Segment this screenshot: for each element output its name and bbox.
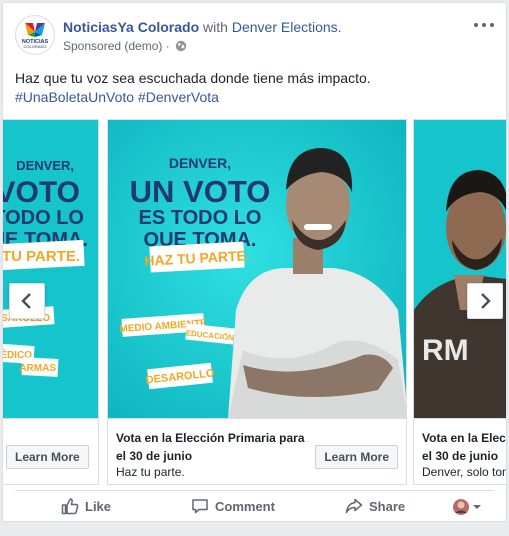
univision-logo-icon: NOTICIAS COLORADO bbox=[22, 23, 48, 49]
like-button[interactable]: Like bbox=[61, 497, 111, 515]
carousel-next-button[interactable] bbox=[467, 283, 503, 319]
post-header: NOTICIAS COLORADO NoticiasYa Colorado wi… bbox=[15, 15, 494, 59]
ad-denver-text: DENVER, bbox=[169, 155, 231, 171]
card-image-main[interactable]: DENVER, UN VOTO ES TODO LO QUE TOMA. HAZ… bbox=[108, 120, 406, 418]
sponsored-post: NOTICIAS COLORADO NoticiasYa Colorado wi… bbox=[2, 2, 507, 522]
left-denver-text: DENVER, bbox=[16, 158, 74, 173]
learn-more-button-main[interactable]: Learn More bbox=[315, 445, 398, 469]
caption-text: Haz que tu voz sea escuchada donde tiene… bbox=[15, 70, 371, 86]
left-voto-text: VOTO bbox=[3, 176, 80, 209]
logo-text-line2: COLORADO bbox=[24, 44, 47, 49]
share-icon bbox=[345, 498, 363, 514]
thumbs-up-icon bbox=[61, 498, 79, 515]
card-image-previous[interactable]: DENVER, VOTO TODO LO UE TOMA. AZ TU PART… bbox=[3, 120, 98, 418]
card-title-next-line2: el 30 de junio bbox=[422, 449, 499, 463]
post-actions-bar: Like Comment Share bbox=[3, 491, 506, 521]
profile-avatar-dropdown-icon bbox=[453, 499, 481, 515]
card-image-next[interactable]: RM bbox=[414, 120, 506, 418]
card-description-next: Denver, solo tom bbox=[422, 465, 506, 479]
more-options-icon[interactable] bbox=[474, 17, 494, 33]
card-footer-previous: Learn More bbox=[3, 418, 98, 484]
chevron-left-icon bbox=[21, 293, 31, 309]
post-meta: Sponsored (demo) · bbox=[63, 39, 187, 53]
carousel-prev-button[interactable] bbox=[9, 283, 45, 319]
post-author-line: NoticiasYa Colorado with Denver Election… bbox=[63, 19, 342, 35]
left-tag-3: ARMAS bbox=[19, 363, 56, 374]
next-shirt-text: RM bbox=[422, 334, 469, 367]
card-title-next: Vota en la Elecc bbox=[422, 431, 506, 445]
carousel-card-main[interactable]: DENVER, UN VOTO ES TODO LO QUE TOMA. HAZ… bbox=[107, 119, 407, 485]
comment-label: Comment bbox=[215, 499, 275, 514]
globe-icon[interactable] bbox=[175, 40, 187, 52]
comment-icon bbox=[192, 499, 208, 514]
card-title-main: Vota en la Elección Primaria para el 30 … bbox=[116, 431, 305, 463]
page-avatar[interactable]: NOTICIAS COLORADO bbox=[15, 15, 55, 55]
comment-button[interactable]: Comment bbox=[191, 497, 275, 515]
with-text: with bbox=[203, 19, 228, 35]
left-haz-text: AZ TU PARTE. bbox=[3, 248, 80, 265]
chevron-right-icon bbox=[481, 293, 491, 309]
learn-more-button-previous[interactable]: Learn More bbox=[6, 445, 89, 469]
tagged-page-link[interactable]: Denver Elections. bbox=[232, 19, 342, 35]
ad-carousel: DENVER, VOTO TODO LO UE TOMA. AZ TU PART… bbox=[3, 119, 506, 485]
hashtags-link[interactable]: #UnaBoletaUnVoto #DenverVota bbox=[15, 88, 494, 107]
card-footer-next: Vota en la Elecc el 30 de junio Denver, … bbox=[414, 418, 506, 484]
like-label: Like bbox=[85, 499, 112, 514]
ad-un-voto-text: UN VOTO bbox=[130, 174, 271, 209]
post-caption: Haz que tu voz sea escuchada donde tiene… bbox=[15, 69, 494, 107]
sponsored-label[interactable]: Sponsored (demo) · bbox=[63, 39, 170, 53]
left-todo-text: TODO LO bbox=[3, 207, 84, 229]
page-name-link[interactable]: NoticiasYa Colorado bbox=[63, 19, 199, 35]
ad-es-todo-text: ES TODO LO bbox=[139, 207, 262, 229]
card-footer-main: Vota en la Elección Primaria para el 30 … bbox=[108, 418, 406, 484]
share-label: Share bbox=[369, 499, 406, 514]
share-button[interactable]: Share bbox=[345, 497, 405, 515]
reaction-selector[interactable] bbox=[452, 498, 484, 521]
card-description-main: Haz tu parte. bbox=[116, 465, 185, 479]
